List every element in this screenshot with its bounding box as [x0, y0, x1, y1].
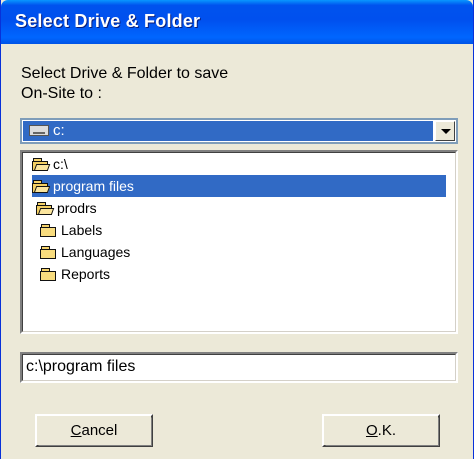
instruction-line-2: On-Site to :	[21, 85, 102, 102]
open-folder-icon	[36, 202, 55, 215]
tree-item-label: c:\	[53, 156, 68, 172]
tree-item-label: Reports	[61, 266, 111, 282]
instruction-text: Select Drive & Folder to save On-Site to…	[21, 64, 361, 104]
folder-icon	[40, 246, 57, 259]
tree-item-root[interactable]: c:\	[32, 153, 232, 175]
ok-mnemonic: O	[365, 422, 378, 439]
folder-icon	[40, 268, 57, 281]
ok-label: .K.	[377, 422, 396, 439]
instruction-line-1: Select Drive & Folder to save	[21, 65, 229, 82]
tree-item-label: program files	[53, 178, 134, 194]
folder-tree[interactable]: c:\ program files prodrs Labels Language…	[20, 150, 458, 334]
path-field[interactable]: c:\program files	[20, 352, 458, 383]
cancel-label: ancel	[81, 422, 118, 439]
tree-item-label: Labels	[61, 222, 103, 238]
title-bar[interactable]: Select Drive & Folder	[1, 0, 473, 44]
drive-selected-value[interactable]: c:	[23, 121, 433, 141]
tree-item-program-files[interactable]: program files	[32, 175, 446, 197]
drive-select[interactable]: c:	[20, 118, 458, 144]
folder-icon	[40, 224, 57, 237]
dropdown-arrow-button[interactable]	[435, 121, 455, 141]
ok-button[interactable]: O.K.	[322, 414, 440, 447]
path-value: c:\program files	[26, 358, 136, 375]
tree-item-prodrs[interactable]: prodrs	[36, 197, 236, 219]
tree-item-label: prodrs	[57, 200, 97, 216]
cancel-button[interactable]: Cancel	[35, 414, 153, 447]
cancel-mnemonic: C	[70, 422, 82, 439]
open-folder-icon	[32, 180, 51, 193]
tree-item-label: Languages	[61, 244, 131, 260]
drive-label: c:	[53, 122, 65, 139]
tree-item-labels[interactable]: Labels	[40, 219, 240, 241]
tree-item-languages[interactable]: Languages	[40, 241, 240, 263]
open-folder-icon	[32, 158, 51, 171]
tree-item-reports[interactable]: Reports	[40, 263, 240, 285]
drive-icon	[29, 125, 49, 136]
dialog-body: Select Drive & Folder to save On-Site to…	[1, 44, 473, 459]
window-title: Select Drive & Folder	[15, 11, 201, 31]
dialog-window: Select Drive & Folder Select Drive & Fol…	[0, 0, 474, 459]
